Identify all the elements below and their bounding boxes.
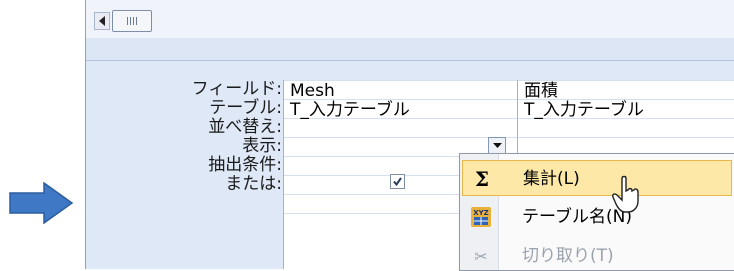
right-arrow-icon (9, 182, 74, 224)
col1-table-cell[interactable]: T_入力テーブル (290, 101, 410, 120)
menu-item-cut[interactable]: ✂ 切り取り(T) (462, 238, 732, 270)
table-names-icon-text: XYZ (473, 209, 489, 217)
label-table: テーブル: (209, 98, 282, 118)
scroll-left-icon[interactable] (94, 12, 110, 30)
sigma-icon: Σ (474, 167, 490, 191)
col2-table-cell[interactable]: T_入力テーブル (524, 101, 644, 120)
menu-item-totals[interactable]: Σ 集計(L) (462, 160, 732, 196)
col2-field-cell[interactable]: 面積 (524, 82, 558, 101)
splitter-band[interactable] (86, 38, 734, 61)
label-sort: 並べ替え: (208, 117, 282, 137)
col1-field-cell[interactable]: Mesh (290, 82, 335, 101)
mouse-pointer-icon (612, 175, 639, 213)
label-criteria: 抽出条件: (208, 155, 282, 175)
show-checkbox[interactable] (390, 174, 405, 189)
label-field: フィールド: (191, 79, 282, 99)
menu-item-table-names[interactable]: XYZ テーブル名(N) (462, 199, 732, 235)
cut-icon: ✂ (474, 246, 488, 266)
context-menu: Σ 集計(L) XYZ テーブル名(N) ✂ 切り取り(T) (459, 153, 734, 271)
menu-item-label: 集計(L) (523, 169, 580, 189)
menu-item-label: 切り取り(T) (522, 246, 614, 266)
scrollbar-thumb[interactable] (112, 10, 152, 32)
grid-row-labels: フィールド: テーブル: 並べ替え: 表示: 抽出条件: または: (86, 80, 282, 194)
label-show: 表示: (242, 136, 282, 156)
label-or: または: (225, 174, 282, 194)
table-names-icon: XYZ (470, 206, 492, 228)
horizontal-scrollbar[interactable] (86, 0, 734, 39)
chevron-down-icon (492, 143, 502, 148)
